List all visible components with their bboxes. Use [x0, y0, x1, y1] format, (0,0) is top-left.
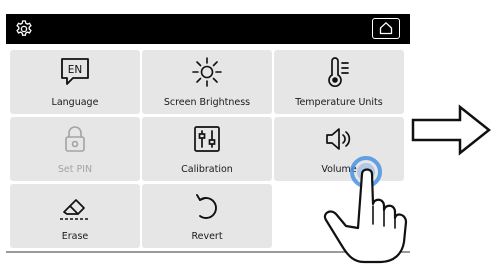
- set-pin-label: Set PIN: [57, 164, 93, 175]
- home-icon: [379, 22, 393, 35]
- undo-icon: [196, 194, 217, 219]
- sun-icon: [192, 57, 222, 87]
- padlock-icon: [65, 126, 85, 152]
- screen-brightness-tile[interactable]: Screen Brightness: [142, 50, 272, 114]
- erase-label: Erase: [61, 231, 89, 242]
- eraser-icon: [60, 199, 90, 220]
- thermometer-icon: [328, 57, 349, 88]
- language-label: Language: [51, 97, 99, 108]
- arrow-right-icon: [411, 104, 492, 156]
- language-icon-text: EN: [68, 64, 83, 76]
- erase-tile[interactable]: Erase: [10, 184, 140, 248]
- sliders-icon: [194, 126, 220, 152]
- screen-brightness-label: Screen Brightness: [163, 97, 251, 108]
- temperature-units-label: Temperature Units: [295, 97, 383, 108]
- calibration-label: Calibration: [181, 164, 233, 175]
- language-en-icon: EN: [61, 58, 89, 85]
- home-button[interactable]: [372, 18, 400, 39]
- top-bar: [6, 14, 410, 44]
- language-tile[interactable]: EN Language: [10, 50, 140, 114]
- revert-tile[interactable]: Revert: [142, 184, 272, 248]
- set-pin-tile[interactable]: Set PIN: [10, 117, 140, 181]
- calibration-tile[interactable]: Calibration: [142, 117, 272, 181]
- gear-icon[interactable]: [14, 19, 34, 39]
- temperature-units-tile[interactable]: Temperature Units: [274, 50, 404, 114]
- revert-label: Revert: [191, 231, 223, 242]
- pointing-hand-icon: [323, 156, 408, 264]
